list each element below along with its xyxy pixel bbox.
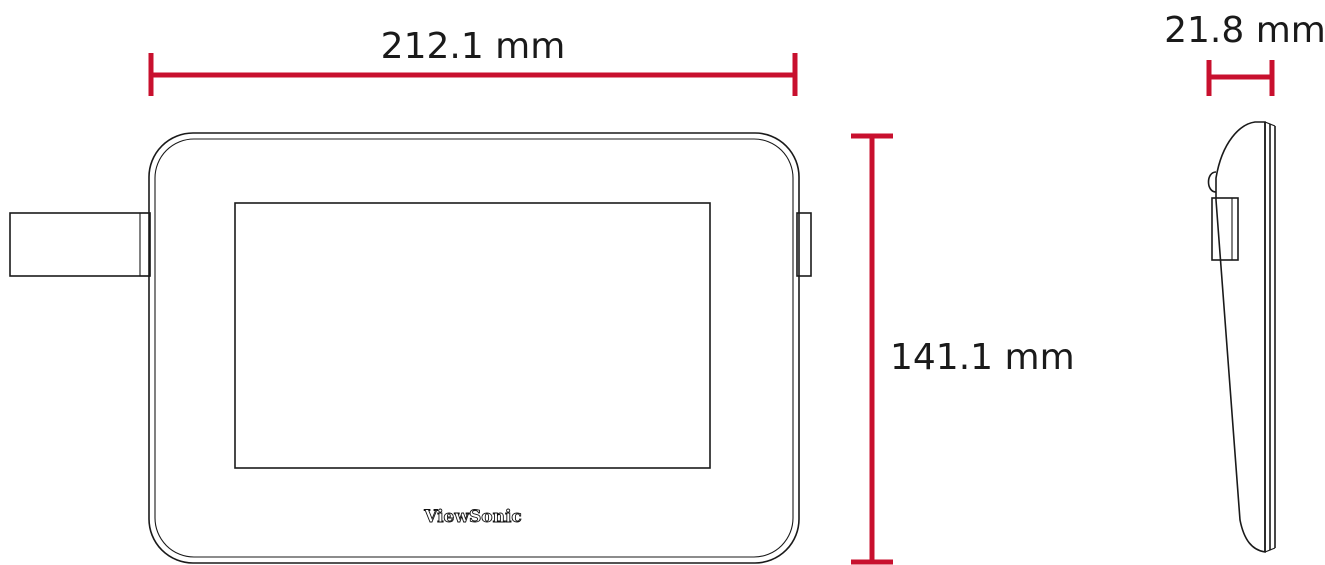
side-back-shell: [1215, 121, 1266, 553]
depth-dimension: 21.8 mm: [1164, 10, 1325, 96]
device-screen: [234, 202, 711, 469]
side-button: [1207, 171, 1217, 193]
left-connector: [9, 212, 151, 277]
brand-logo: ViewSonic: [423, 507, 522, 527]
height-label: 141.1 mm: [890, 337, 1075, 378]
device-body-inner: [154, 138, 794, 558]
width-label: 212.1 mm: [381, 26, 566, 67]
height-dimension: 141.1 mm: [851, 133, 1075, 565]
depth-label: 21.8 mm: [1164, 10, 1325, 51]
device-body-outer: [148, 132, 800, 564]
device-side-view: [1207, 121, 1276, 553]
device-front-view: ViewSonic: [9, 132, 812, 564]
width-dimension: 212.1 mm: [148, 26, 798, 96]
device-dimension-diagram: 212.1 mm 141.1 mm 21.8 mm ViewSonic: [9, 10, 1325, 565]
